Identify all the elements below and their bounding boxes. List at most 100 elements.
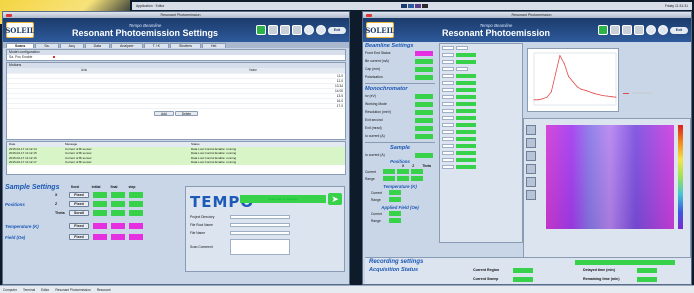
taskbar-item[interactable]: Editor (41, 288, 49, 292)
workspace-switcher[interactable] (401, 4, 429, 8)
cursor-icon[interactable] (526, 151, 536, 161)
final-field[interactable] (111, 192, 125, 198)
device-icon[interactable] (280, 25, 290, 35)
initial-field[interactable] (93, 201, 107, 207)
tab-sample[interactable]: Sa. (35, 43, 59, 48)
param-row (440, 58, 522, 65)
tab-acquisition[interactable]: Acq (59, 43, 84, 48)
hardware-icon[interactable] (610, 25, 620, 35)
table-row[interactable]: 17.0 (7, 103, 345, 109)
param-field[interactable] (442, 101, 454, 106)
clock: Friday 11:31:31 (664, 4, 688, 8)
step-field[interactable] (129, 210, 143, 216)
final-field[interactable] (111, 210, 125, 216)
step-field[interactable] (129, 192, 143, 198)
fixed-button[interactable]: Fixed (69, 223, 89, 229)
param-field[interactable] (442, 59, 454, 64)
param-field[interactable] (442, 108, 454, 113)
initial-field[interactable] (93, 234, 107, 240)
taskbar: Computer Terminal Editor Resonant Photoe… (0, 285, 694, 293)
param-field[interactable] (442, 150, 454, 155)
param-field[interactable] (456, 66, 468, 71)
status-icon[interactable] (256, 25, 266, 35)
tab-shutters[interactable]: Shutters (169, 43, 202, 48)
tab-data[interactable]: Data (84, 43, 111, 48)
delete-button[interactable]: Delete (174, 110, 198, 116)
legend-item (623, 92, 685, 94)
param-field[interactable] (442, 164, 454, 169)
step-field[interactable] (129, 201, 143, 207)
save-icon[interactable] (526, 164, 536, 174)
fixed-button[interactable]: Fixed (69, 234, 89, 240)
tab-analyzer[interactable]: Analyzer (111, 43, 143, 48)
final-field[interactable] (111, 223, 125, 229)
device-icon[interactable] (622, 25, 632, 35)
pan-icon[interactable] (526, 138, 536, 148)
param-field[interactable] (442, 94, 454, 99)
initial-field[interactable] (93, 223, 107, 229)
start-arrow-icon[interactable]: ➤ (328, 193, 342, 205)
taskbar-item[interactable]: Resonant Photoemission (55, 288, 90, 292)
tempo-panel: TEMPO Start scan in progress ➤ Project D… (185, 186, 345, 272)
workspace-3[interactable] (415, 4, 422, 8)
param-field[interactable] (456, 45, 468, 50)
module-icon[interactable] (634, 25, 644, 35)
status-value (415, 133, 433, 139)
exit-button[interactable]: Exit (328, 26, 346, 34)
param-field[interactable] (442, 129, 454, 134)
intensity-map[interactable] (546, 125, 674, 229)
final-field[interactable] (111, 201, 125, 207)
refresh-icon[interactable] (646, 25, 656, 35)
close-icon[interactable] (366, 13, 372, 17)
settings-icon[interactable] (316, 25, 326, 35)
form-label: File Root Name (190, 223, 213, 227)
final-field[interactable] (111, 234, 125, 240)
settings-icon[interactable] (658, 25, 668, 35)
param-field[interactable] (442, 66, 454, 71)
zoom-icon[interactable] (526, 125, 536, 135)
param-field[interactable] (442, 122, 454, 127)
initial-field[interactable] (93, 210, 107, 216)
status-icon[interactable] (598, 25, 608, 35)
close-icon[interactable] (6, 13, 12, 17)
tab-help[interactable]: Hel. (202, 43, 227, 48)
step-field[interactable] (129, 223, 143, 229)
workspace-4[interactable] (422, 4, 429, 8)
initial-field[interactable] (93, 192, 107, 198)
scroll-button[interactable]: Scroll (69, 210, 89, 216)
project-directory-input[interactable] (230, 215, 290, 219)
fixed-button[interactable]: Fixed (69, 192, 89, 198)
param-field[interactable] (442, 52, 454, 57)
workspace-2[interactable] (408, 4, 415, 8)
param-field[interactable] (442, 45, 454, 50)
workspace-1[interactable] (401, 4, 408, 8)
scan-comment-input[interactable] (230, 239, 290, 255)
tab-scans[interactable]: Scans (6, 43, 35, 48)
acquisition-status-title: Acquisition Status (369, 267, 419, 273)
tab-temperature[interactable]: T / K (143, 43, 169, 48)
param-field[interactable] (442, 87, 454, 92)
param-field[interactable] (442, 73, 454, 78)
param-field[interactable] (442, 136, 454, 141)
file-name-input[interactable] (230, 231, 290, 235)
param-field[interactable] (442, 157, 454, 162)
module-icon[interactable] (292, 25, 302, 35)
spectrum-plot[interactable] (527, 48, 619, 112)
taskbar-item[interactable]: Computer (3, 288, 17, 292)
taskbar-item[interactable]: Terminal (23, 288, 35, 292)
exit-button[interactable]: Exit (670, 26, 688, 34)
add-button[interactable]: Add (153, 110, 174, 116)
file-root-input[interactable] (230, 223, 290, 227)
param-field[interactable] (442, 80, 454, 85)
fixed-button[interactable]: Fixed (69, 201, 89, 207)
param-field[interactable] (442, 143, 454, 148)
taskbar-item[interactable]: Resonant (97, 288, 111, 292)
beamline-status: Beamline Settings Front End Status Be cu… (365, 43, 435, 283)
param-field[interactable] (442, 115, 454, 120)
export-icon[interactable] (526, 190, 536, 200)
refresh-icon[interactable] (304, 25, 314, 35)
step-field[interactable] (129, 234, 143, 240)
hardware-icon[interactable] (268, 25, 278, 35)
log-row[interactable]: 2015-02-17 11:12:17 Current of Bi sensor… (7, 160, 345, 165)
print-icon[interactable] (526, 177, 536, 187)
